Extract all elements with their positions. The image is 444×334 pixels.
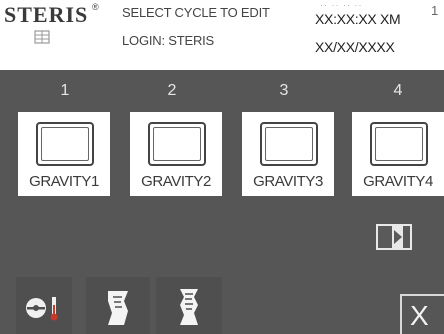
report-icon — [180, 289, 198, 325]
chamber-icon — [148, 122, 206, 166]
next-page-icon[interactable] — [376, 224, 412, 250]
exit-button[interactable]: X — [400, 294, 444, 334]
cycle-button-gravity2[interactable]: GRAVITY2 — [130, 112, 222, 196]
cycle-button-gravity3[interactable]: GRAVITY3 — [242, 112, 334, 196]
exit-label: X — [410, 300, 429, 331]
clock-date: XX/XX/XXXX — [315, 39, 395, 55]
cycle-label: GRAVITY2 — [141, 173, 211, 190]
report-button[interactable] — [156, 277, 222, 334]
chamber-icon — [260, 122, 318, 166]
steris-emblem-icon — [34, 30, 50, 44]
chamber-icon — [370, 122, 428, 166]
printout-button[interactable] — [86, 277, 150, 334]
printout-icon — [108, 291, 128, 325]
cycle-button-gravity4[interactable]: GRAVITY4 — [352, 112, 444, 196]
cycle-select-screen: STERIS ® SELECT CYCLE TO EDIT LOGIN: STE… — [0, 0, 444, 334]
cycle-label: GRAVITY4 — [363, 173, 433, 190]
cycle-number-4: 4 — [393, 82, 403, 99]
chamber-icon — [36, 122, 94, 166]
cycle-number-2: 2 — [167, 82, 177, 99]
cycle-label: GRAVITY1 — [29, 173, 99, 190]
sensor-thermometer-icon — [26, 297, 58, 321]
header-edge-text: 1 — [431, 3, 439, 18]
screen-title: SELECT CYCLE TO EDIT — [122, 5, 270, 20]
cycle-number-1: 1 — [60, 82, 70, 99]
faded-time-text: ·· ·· ·· ·· — [320, 0, 363, 10]
header-bar: STERIS ® SELECT CYCLE TO EDIT LOGIN: STE… — [0, 0, 444, 70]
clock-time: XX:XX:XX XM — [315, 11, 401, 27]
login-user: LOGIN: STERIS — [122, 33, 215, 48]
steris-logo: STERIS — [4, 2, 89, 27]
cycle-label: GRAVITY3 — [253, 173, 323, 190]
logo-trademark: ® — [92, 2, 99, 12]
cycle-button-gravity1[interactable]: GRAVITY1 — [18, 112, 110, 196]
sensor-button[interactable] — [16, 277, 72, 334]
cycle-number-3: 3 — [279, 82, 289, 99]
